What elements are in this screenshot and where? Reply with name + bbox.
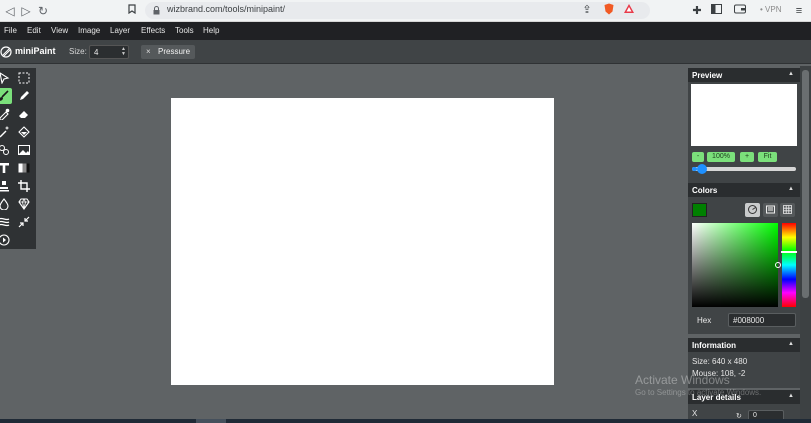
image-size-text: Size: 640 x 480 xyxy=(692,357,748,366)
saturation-value-picker[interactable] xyxy=(692,223,781,307)
color-picker-handle[interactable] xyxy=(775,262,781,268)
wallet-icon[interactable] xyxy=(732,3,748,19)
selection-tool-icon[interactable] xyxy=(16,70,32,86)
collapse-icon[interactable]: ▲ xyxy=(788,186,794,192)
select-tool-icon[interactable] xyxy=(0,70,12,86)
size-input[interactable]: 4 ▲ ▼ xyxy=(89,45,129,59)
forward-icon[interactable]: ▷ xyxy=(18,3,34,19)
menu-tools[interactable]: Tools xyxy=(175,26,194,35)
zoom-out-button[interactable]: - xyxy=(692,152,704,162)
hue-slider[interactable] xyxy=(781,223,797,307)
hex-input[interactable]: #008000 xyxy=(728,313,796,327)
hex-value: #008000 xyxy=(733,316,765,325)
zoom-in-button[interactable]: + xyxy=(740,152,754,162)
url-text: wizbrand.com/tools/minipaint/ xyxy=(167,4,286,14)
brush-tool-icon[interactable] xyxy=(0,88,12,104)
hex-label: Hex xyxy=(697,316,712,325)
colors-panel-header[interactable]: Colors ▲ xyxy=(688,183,800,197)
drawing-canvas[interactable] xyxy=(171,98,554,385)
extensions-icon[interactable]: ✚ xyxy=(689,3,705,19)
crop-tool-icon[interactable] xyxy=(16,178,32,194)
bulge-tool-icon[interactable] xyxy=(0,214,12,230)
menu-help[interactable]: Help xyxy=(203,26,219,35)
stamp-tool-icon[interactable] xyxy=(0,178,12,194)
menu-bar: File Edit View Image Layer Effects Tools… xyxy=(0,22,811,40)
layer-x-value: 0 xyxy=(753,412,757,419)
share-icon[interactable]: ⇪ xyxy=(579,2,595,18)
information-panel-header[interactable]: Information ▲ xyxy=(688,338,800,352)
browser-toolbar: ◁ ▷ ↻ wizbrand.com/tools/minipaint/ ⇪ ✚ … xyxy=(0,0,811,22)
app-logo-text: miniPaint xyxy=(15,46,56,56)
pencil-tool-icon[interactable] xyxy=(16,88,32,104)
lock-icon xyxy=(153,6,160,15)
pressure-label: Pressure xyxy=(158,47,191,56)
size-stepper-icon[interactable]: ▲ ▼ xyxy=(121,47,126,57)
resize-tool-icon[interactable] xyxy=(16,214,32,230)
pressure-off-icon: × xyxy=(146,47,151,56)
layer-x-label: X xyxy=(692,409,698,418)
sidebar-icon[interactable] xyxy=(708,3,724,19)
tools-panel xyxy=(0,68,36,249)
menu-image[interactable]: Image xyxy=(78,26,100,35)
menu-effects[interactable]: Effects xyxy=(141,26,165,35)
animation-tool-icon[interactable] xyxy=(0,232,12,248)
activate-windows-title: Activate Windows xyxy=(635,373,730,387)
address-bar[interactable]: wizbrand.com/tools/minipaint/ ⇪ xyxy=(145,2,650,19)
preview-thumbnail[interactable] xyxy=(691,84,797,146)
taskbar-item[interactable] xyxy=(196,419,226,423)
taskbar xyxy=(0,419,811,423)
magic-wand-tool-icon[interactable] xyxy=(0,124,12,140)
current-color-swatch[interactable] xyxy=(692,203,707,217)
text-tool-icon[interactable] xyxy=(0,160,12,176)
zoom-fit-button[interactable]: Fit xyxy=(758,152,777,162)
collapse-icon[interactable]: ▲ xyxy=(788,71,794,77)
pressure-toggle[interactable]: × Pressure xyxy=(141,45,195,59)
preview-title: Preview xyxy=(692,71,723,80)
information-title: Information xyxy=(692,341,736,350)
menu-layer[interactable]: Layer xyxy=(110,26,130,35)
sidebar-scrollbar[interactable] xyxy=(800,66,811,423)
zoom-level-button[interactable]: 100% xyxy=(707,152,735,162)
back-icon[interactable]: ◁ xyxy=(2,3,18,19)
color-grid-button[interactable] xyxy=(780,203,795,217)
color-swatches-button[interactable] xyxy=(763,203,778,217)
grid-icon xyxy=(783,205,792,214)
sharpen-tool-icon[interactable] xyxy=(16,196,32,212)
hue-slider-handle[interactable] xyxy=(781,251,797,253)
color-picker-tool-icon[interactable] xyxy=(0,106,12,122)
zoom-slider[interactable] xyxy=(692,164,796,174)
bookmark-icon[interactable] xyxy=(124,3,140,19)
menu-edit[interactable]: Edit xyxy=(27,26,41,35)
preview-panel-header[interactable]: Preview ▲ xyxy=(688,68,800,82)
tool-attributes-bar: miniPaint Size: 4 ▲ ▼ × Pressure xyxy=(0,40,811,64)
rewards-icon[interactable] xyxy=(621,3,637,19)
clone-tool-icon[interactable] xyxy=(0,142,12,158)
scrollbar-thumb[interactable] xyxy=(802,70,809,298)
colors-title: Colors xyxy=(692,186,718,195)
palette-icon xyxy=(748,205,757,214)
collapse-icon[interactable]: ▲ xyxy=(788,393,794,399)
menu-view[interactable]: View xyxy=(51,26,68,35)
brave-icon[interactable] xyxy=(601,3,617,19)
size-value: 4 xyxy=(94,48,99,57)
blur-tool-icon[interactable] xyxy=(0,196,12,212)
gradient-tool-icon[interactable] xyxy=(16,160,32,176)
vpn-button[interactable]: • VPN xyxy=(760,5,781,14)
fill-tool-icon[interactable] xyxy=(16,124,32,140)
image-tool-icon[interactable] xyxy=(16,142,32,158)
activate-windows-subtitle: Go to Settings to activate Windows. xyxy=(635,388,762,397)
right-sidebar: Preview ▲ - 100% + Fit Colors ▲ Hex #008… xyxy=(688,66,800,423)
menu-icon[interactable]: ≡ xyxy=(791,3,807,19)
color-wheel-button[interactable] xyxy=(745,203,760,217)
menu-file[interactable]: File xyxy=(4,26,17,35)
reload-icon[interactable]: ↻ xyxy=(35,3,51,19)
eraser-tool-icon[interactable] xyxy=(16,106,32,122)
collapse-icon[interactable]: ▲ xyxy=(788,341,794,347)
swatches-icon xyxy=(766,205,775,214)
logo-icon xyxy=(0,46,12,58)
size-label: Size: xyxy=(69,47,87,56)
app-root: ◁ ▷ ↻ wizbrand.com/tools/minipaint/ ⇪ ✚ … xyxy=(0,0,811,423)
